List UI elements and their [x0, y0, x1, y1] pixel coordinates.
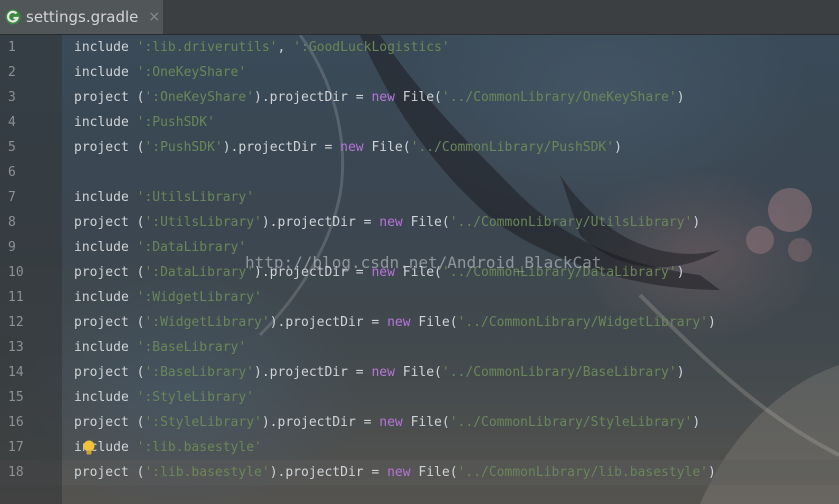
code-token: ).projectDir =: [222, 140, 341, 155]
code-token: ): [676, 365, 685, 380]
code-token: File(: [394, 90, 442, 105]
string-token: ':PushSDK': [144, 140, 223, 155]
keyword-token: new: [379, 415, 403, 430]
keyword-token: new: [371, 365, 395, 380]
code-line[interactable]: project (':StyleLibrary').projectDir = n…: [74, 410, 700, 435]
close-icon[interactable]: ×: [148, 9, 160, 25]
string-token: ':DataLibrary': [144, 265, 255, 280]
keyword-token: new: [387, 465, 411, 480]
string-token: ':DataLibrary': [136, 240, 247, 255]
code-token: project (: [74, 415, 145, 430]
lightbulb-icon[interactable]: [82, 439, 96, 457]
code-line[interactable]: include ':WidgetLibrary': [74, 285, 262, 310]
code-token: project (: [74, 140, 145, 155]
string-token: '../CommonLibrary/lib.basestyle': [457, 465, 708, 480]
code-token: File(: [394, 365, 442, 380]
code-line[interactable]: project (':UtilsLibrary').projectDir = n…: [74, 210, 700, 235]
code-line[interactable]: include ':UtilsLibrary': [74, 185, 254, 210]
code-token: ).projectDir =: [254, 365, 372, 380]
keyword-token: new: [371, 90, 395, 105]
tab-filename: settings.gradle: [26, 8, 139, 26]
code-line[interactable]: include ':OneKeyShare': [74, 60, 246, 85]
string-token: ':lib.basestyle': [144, 465, 270, 480]
code-token: File(: [402, 215, 450, 230]
string-token: ':lib.basestyle': [136, 440, 262, 455]
code-token: ): [676, 265, 685, 280]
code-token: include: [74, 40, 137, 55]
string-token: ':BaseLibrary': [136, 340, 247, 355]
code-token: include: [74, 240, 137, 255]
code-token: File(: [363, 140, 411, 155]
code-line[interactable]: include ':lib.basestyle': [74, 435, 262, 460]
code-token: include: [74, 390, 137, 405]
code-token: include: [74, 190, 137, 205]
string-token: ':OneKeyShare': [136, 65, 247, 80]
code-line[interactable]: include ':StyleLibrary': [74, 385, 254, 410]
string-token: ':GoodLuckLogistics': [293, 40, 450, 55]
code-token: project (: [74, 315, 145, 330]
keyword-token: new: [379, 215, 403, 230]
string-token: '../CommonLibrary/WidgetLibrary': [457, 315, 708, 330]
code-line[interactable]: project (':WidgetLibrary').projectDir = …: [74, 310, 716, 335]
string-token: '../CommonLibrary/StyleLibrary': [449, 415, 693, 430]
string-token: ':StyleLibrary': [136, 390, 255, 405]
editor-tab-bar: settings.gradle ×: [0, 0, 839, 35]
code-token: project (: [74, 465, 145, 480]
code-token: ): [614, 140, 622, 155]
code-token: ): [708, 315, 716, 330]
string-token: ':WidgetLibrary': [136, 290, 262, 305]
keyword-token: new: [387, 315, 411, 330]
code-token: project (: [74, 365, 145, 380]
code-token: ,: [277, 40, 294, 55]
code-line[interactable]: project (':OneKeyShare').projectDir = ne…: [74, 85, 685, 110]
tab-settings-gradle[interactable]: settings.gradle ×: [0, 0, 163, 34]
code-line[interactable]: include ':lib.driverutils', ':GoodLuckLo…: [74, 35, 450, 60]
string-token: ':UtilsLibrary': [144, 215, 262, 230]
code-line[interactable]: project (':PushSDK').projectDir = new Fi…: [74, 135, 622, 160]
string-token: ':UtilsLibrary': [136, 190, 255, 205]
code-line[interactable]: project (':lib.basestyle').projectDir = …: [74, 460, 716, 485]
code-token: File(: [410, 465, 458, 480]
string-token: ':BaseLibrary': [144, 365, 255, 380]
code-token: ).projectDir =: [261, 215, 380, 230]
code-token: ).projectDir =: [269, 465, 388, 480]
code-line[interactable]: project (':BaseLibrary').projectDir = ne…: [74, 360, 685, 385]
code-editor[interactable]: 1 2 3 4 5 6 7 8 9 10 11 12 13 14 15 16 17 18 include ':li…: [0, 35, 839, 504]
code-token: project (: [74, 90, 145, 105]
code-line[interactable]: include ':PushSDK': [74, 110, 215, 135]
code-token: ): [692, 415, 701, 430]
string-token: '../CommonLibrary/UtilsLibrary': [449, 215, 693, 230]
code-token: project (: [74, 215, 145, 230]
code-token: project (: [74, 265, 145, 280]
watermark-text: http://blog.csdn.net/Android_BlackCat: [245, 253, 602, 272]
code-token: ).projectDir =: [254, 90, 372, 105]
code-token: ).projectDir =: [269, 315, 388, 330]
string-token: ':lib.driverutils': [136, 40, 278, 55]
string-token: '../CommonLibrary/OneKeyShare': [441, 90, 677, 105]
string-token: ':StyleLibrary': [144, 415, 262, 430]
code-token: ): [708, 465, 716, 480]
code-token: include: [74, 65, 137, 80]
code-token: ): [692, 215, 701, 230]
code-line[interactable]: include ':DataLibrary': [74, 235, 246, 260]
string-token: ':WidgetLibrary': [144, 315, 270, 330]
code-token: ).projectDir =: [261, 415, 380, 430]
code-token: File(: [402, 415, 450, 430]
code-token: include: [74, 290, 137, 305]
string-token: '../CommonLibrary/BaseLibrary': [441, 365, 677, 380]
string-token: ':PushSDK': [136, 115, 215, 130]
code-line[interactable]: include ':BaseLibrary': [74, 335, 246, 360]
code-token: File(: [410, 315, 458, 330]
code-token: include: [74, 115, 137, 130]
keyword-token: new: [340, 140, 364, 155]
gradle-icon: [5, 9, 21, 25]
code-token: include: [74, 340, 137, 355]
string-token: ':OneKeyShare': [144, 90, 255, 105]
code-token: ): [676, 90, 685, 105]
string-token: '../CommonLibrary/PushSDK': [410, 140, 615, 155]
